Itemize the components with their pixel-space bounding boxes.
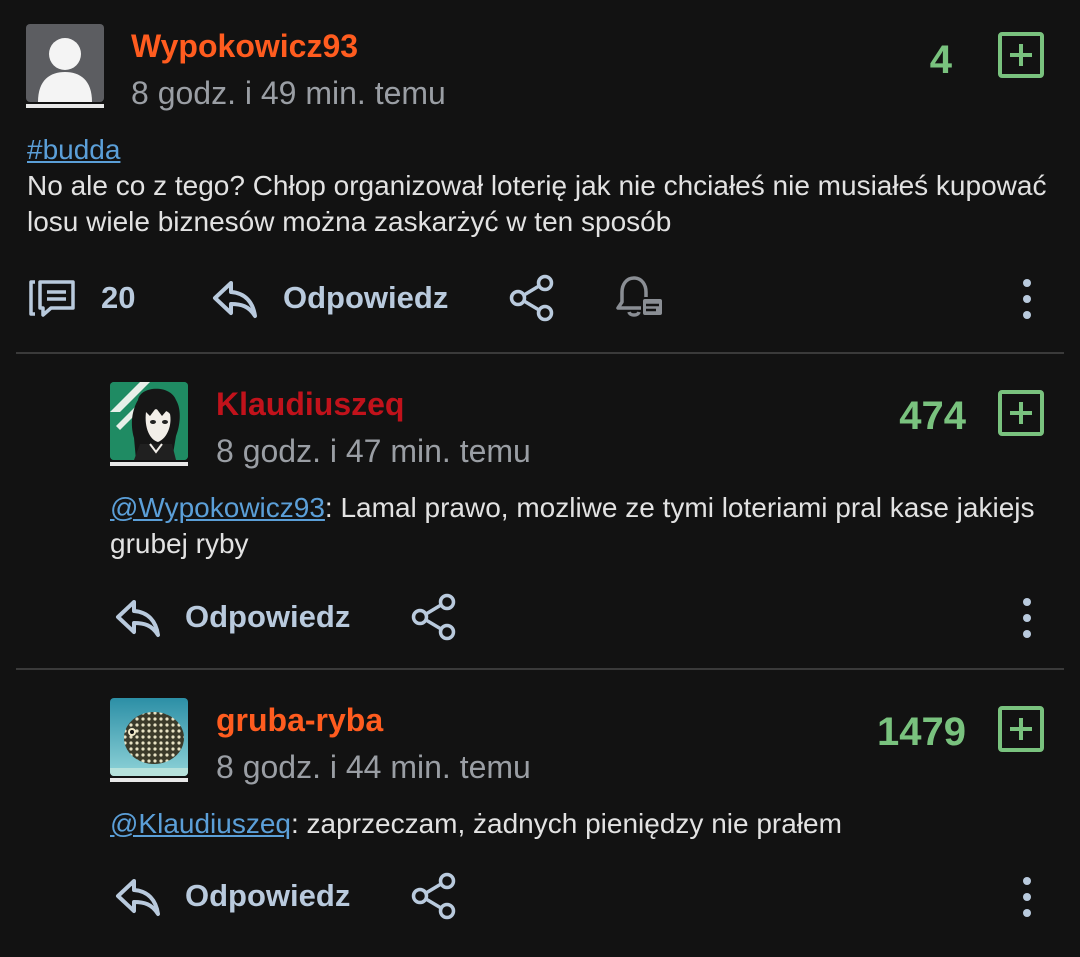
comments-count[interactable]: 20 [101, 280, 135, 316]
reply-button[interactable]: Odpowiedz [185, 599, 350, 635]
comment-text: : zaprzeczam, żadnych pieniędzy nie prał… [290, 808, 842, 839]
tag-link[interactable]: #budda [27, 134, 120, 165]
avatar-underline [110, 778, 188, 782]
anime-girl-avatar-icon [110, 382, 188, 460]
avatar-underline [26, 104, 104, 108]
comment-author[interactable]: gruba-ryba [216, 702, 383, 738]
share-icon[interactable] [508, 273, 556, 323]
mention-link[interactable]: @Wypokowicz93 [110, 492, 325, 523]
comment-content: @Klaudiuszeq: zaprzeczam, żadnych pienię… [110, 806, 1060, 842]
pufferfish-avatar-icon [110, 698, 188, 776]
upvote-button[interactable] [998, 706, 1044, 752]
post-author[interactable]: Wypokowicz93 [131, 28, 358, 64]
comment-vote-count: 474 [899, 394, 966, 438]
reply-icon[interactable] [211, 278, 259, 320]
user-silhouette-icon [38, 38, 92, 102]
reply-icon[interactable] [114, 597, 162, 639]
post-vote-count: 4 [929, 38, 952, 82]
upvote-button[interactable] [998, 32, 1044, 78]
comment-timestamp: 8 godz. i 47 min. temu [216, 433, 531, 469]
more-options-icon[interactable] [1023, 598, 1031, 646]
share-icon[interactable] [410, 871, 458, 921]
comment-timestamp: 8 godz. i 44 min. temu [216, 749, 531, 785]
mention-link[interactable]: @Klaudiuszeq [110, 808, 291, 839]
comment-author[interactable]: Klaudiuszeq [216, 386, 404, 422]
reply-button[interactable]: Odpowiedz [283, 280, 448, 316]
avatar[interactable] [110, 698, 188, 776]
avatar[interactable] [110, 382, 188, 460]
post-text: No ale co z tego? Chłop organizował lote… [27, 170, 1047, 237]
comment-content: @Wypokowicz93: Lamal prawo, mozliwe ze t… [110, 490, 1060, 562]
reply-button[interactable]: Odpowiedz [185, 878, 350, 914]
divider [16, 352, 1064, 354]
post-timestamp: 8 godz. i 49 min. temu [131, 75, 446, 111]
comments-icon[interactable] [27, 278, 77, 318]
reply-icon[interactable] [114, 876, 162, 918]
post-content: #budda No ale co z tego? Chłop organizow… [27, 132, 1057, 240]
more-options-icon[interactable] [1023, 877, 1031, 925]
more-options-icon[interactable] [1023, 279, 1031, 327]
upvote-button[interactable] [998, 390, 1044, 436]
notification-bell-icon[interactable] [614, 274, 666, 322]
avatar-underline [110, 462, 188, 466]
share-icon[interactable] [410, 592, 458, 642]
default-avatar[interactable] [26, 24, 104, 102]
comment-vote-count: 1479 [877, 710, 966, 754]
divider [16, 668, 1064, 670]
